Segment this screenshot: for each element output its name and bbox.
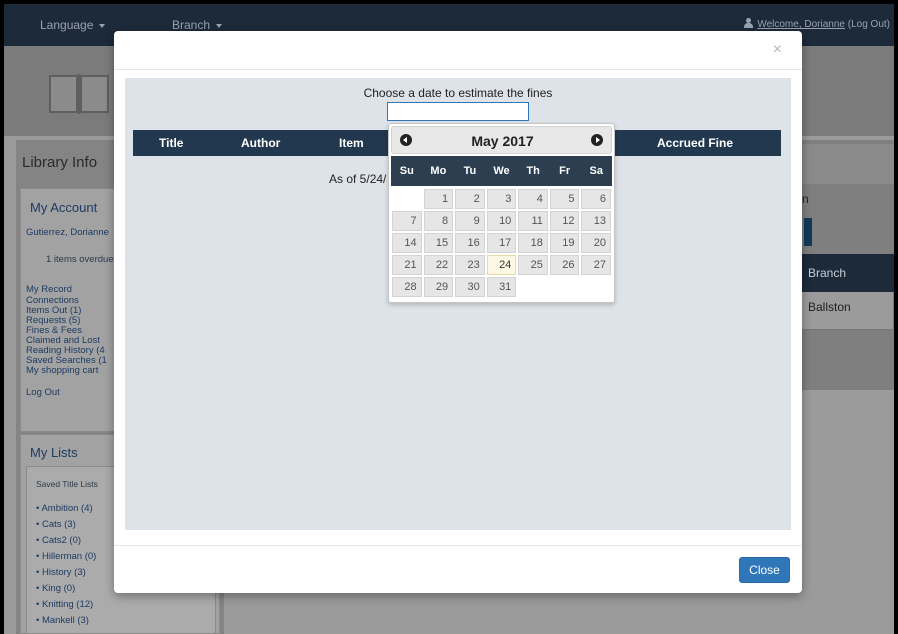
sidebar-link-shopping-cart[interactable]: My shopping cart	[26, 366, 98, 376]
weekday-label: Sa	[589, 165, 603, 177]
sidebar-link-my-record[interactable]: My Record	[26, 285, 72, 295]
calendar-day[interactable]: 20	[581, 233, 612, 253]
calendar-day[interactable]: 7	[392, 211, 422, 231]
calendar-day[interactable]: 31	[486, 277, 517, 297]
calendar-day[interactable]: 30	[455, 277, 485, 297]
my-account-heading: My Account	[30, 200, 98, 215]
calendar-day[interactable]: 6	[581, 189, 612, 209]
calendar-day[interactable]: 4	[518, 189, 548, 209]
next-month-icon[interactable]	[591, 134, 603, 146]
calendar-day[interactable]: 17	[486, 233, 517, 253]
modal-header-divider	[114, 69, 802, 70]
caret-down-icon	[99, 23, 106, 28]
column-header-accrued-fine: Accrued Fine	[657, 136, 734, 150]
list-item[interactable]: • Knitting (12)	[36, 600, 93, 610]
calendar-day[interactable]: 8	[423, 211, 454, 231]
my-lists-heading: My Lists	[30, 445, 78, 460]
weekday-label: Su	[399, 165, 414, 177]
calendar-day[interactable]: 27	[581, 255, 612, 275]
close-icon[interactable]: ×	[773, 41, 782, 59]
language-menu[interactable]: Language	[40, 18, 106, 32]
calendar-day[interactable]: 22	[423, 255, 454, 275]
calendar-empty-cell	[581, 277, 611, 297]
weekday-label: Tu	[463, 165, 477, 177]
logout-link[interactable]: (Log Out)	[848, 19, 890, 30]
caret-down-icon	[216, 23, 223, 28]
saved-title-lists-label: Saved Title Lists	[36, 479, 98, 489]
right-panel-button[interactable]	[804, 218, 812, 246]
list-item[interactable]: • History (3)	[36, 568, 86, 578]
column-header-author: Author	[241, 136, 281, 150]
datepicker-month-title: May 2017	[471, 133, 534, 149]
calendar-day[interactable]: 29	[423, 277, 454, 297]
calendar-day[interactable]: 12	[549, 211, 580, 231]
calendar-empty-cell	[392, 189, 422, 209]
weekday-label: We	[493, 165, 510, 177]
calendar-week-row: 123456	[391, 188, 612, 210]
list-item[interactable]: • Hillerman (0)	[36, 552, 96, 562]
calendar-day[interactable]: 26	[549, 255, 580, 275]
branch-column-header: Branch	[802, 254, 894, 292]
as-of-text: As of 5/24/	[329, 172, 387, 186]
column-header-item: Item	[339, 136, 364, 150]
welcome-text: Welcome, Dorianne (Log Out)	[744, 18, 890, 30]
calendar-day[interactable]: 25	[518, 255, 548, 275]
calendar-week-row: 14 15 16 17 18 19 20	[391, 232, 612, 254]
calendar-day[interactable]: 19	[549, 233, 580, 253]
modal-footer-divider	[114, 545, 802, 546]
calendar-day[interactable]: 11	[518, 211, 548, 231]
calendar-day[interactable]: 23	[455, 255, 485, 275]
calendar-grid: 1 2 3 4 5 6 7 8 9 10 11 12 13 14 15 16 17 18 19 20 21 22 23 24 2…	[391, 188, 612, 298]
calendar-day[interactable]: 15	[423, 233, 454, 253]
calendar-day[interactable]: 16	[455, 233, 485, 253]
weekday-label: Th	[526, 165, 540, 177]
calendar-empty-cell	[550, 277, 580, 297]
calendar-day[interactable]: 2	[455, 189, 485, 209]
branch-cell: Ballston	[802, 292, 894, 330]
user-icon	[744, 18, 754, 28]
calendar-day[interactable]: 13	[581, 211, 612, 231]
list-item[interactable]: • Mankell (3)	[36, 616, 89, 626]
calendar-day[interactable]: 18	[518, 233, 548, 253]
datepicker: May 2017 Su Mo Tu We Th Fr Sa 1234567891…	[388, 123, 615, 303]
calendar-day[interactable]: 5	[549, 189, 580, 209]
list-item[interactable]: • Ambition (4)	[36, 504, 93, 514]
list-item[interactable]: • Cats2 (0)	[36, 536, 81, 546]
calendar-day[interactable]: 24	[486, 255, 517, 275]
calendar-day[interactable]: 14	[392, 233, 422, 253]
date-prompt: Choose a date to estimate the fines	[363, 86, 553, 100]
estimate-fines-modal: × Choose a date to estimate the fines Ti…	[114, 31, 802, 593]
calendar-week-row: 7 8 9 10 11 12 13	[391, 210, 612, 232]
overdue-text: 1 items overdue	[46, 254, 114, 265]
weekday-label: Mo	[430, 165, 447, 177]
right-panel-top	[802, 144, 894, 184]
book-icon	[49, 74, 109, 114]
sidebar-logout-link[interactable]: Log Out	[26, 388, 60, 398]
welcome-link[interactable]: Welcome, Dorianne	[757, 19, 845, 30]
calendar-day[interactable]: 10	[486, 211, 517, 231]
calendar-day[interactable]: 3	[486, 189, 517, 209]
list-item[interactable]: • King (0)	[36, 584, 75, 594]
datepicker-header: May 2017	[391, 126, 612, 154]
calendar-day[interactable]: 28	[392, 277, 422, 297]
date-input[interactable]	[387, 102, 529, 121]
calendar-week-row: 28 29 30 31	[391, 276, 612, 298]
weekday-label: Fr	[559, 165, 571, 177]
calendar-week-row: 21 22 23 24 25 26 27	[391, 254, 612, 276]
branch-menu[interactable]: Branch	[172, 18, 223, 32]
calendar-empty-cell	[518, 277, 548, 297]
right-panel-text: n	[802, 192, 809, 206]
calendar-day[interactable]: 9	[455, 211, 485, 231]
list-item[interactable]: • Cats (3)	[36, 520, 76, 530]
sidebar-title: Library Info	[22, 154, 98, 171]
weekday-header: Su Mo Tu We Th Fr Sa	[391, 156, 612, 186]
column-header-title: Title	[159, 136, 184, 150]
close-button[interactable]: Close	[739, 557, 790, 583]
patron-name-link[interactable]: Gutierrez, Dorianne	[26, 228, 109, 238]
calendar-day[interactable]: 1	[423, 189, 454, 209]
calendar-day[interactable]: 21	[392, 255, 422, 275]
